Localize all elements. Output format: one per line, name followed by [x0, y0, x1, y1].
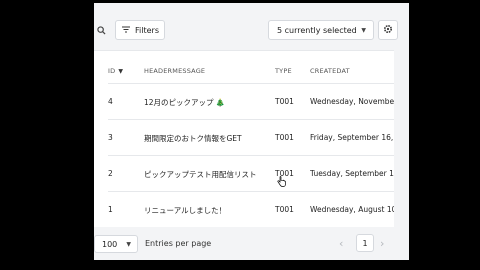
- header-divider: [108, 83, 394, 84]
- grid-toolbar: Filters 5 currently selected ▼: [94, 19, 409, 41]
- column-header-type[interactable]: TYPE: [275, 67, 292, 75]
- table-cell-message: ピックアップテスト用配信リスト: [144, 170, 257, 179]
- row-divider: [108, 155, 394, 156]
- filter-lines-icon: [122, 26, 130, 35]
- row-divider: [108, 191, 394, 192]
- chevron-left-icon[interactable]: ‹: [339, 237, 343, 250]
- caret-down-icon: ▼: [126, 241, 131, 248]
- column-header-createdat[interactable]: CREATEDAT: [310, 67, 350, 75]
- filters-button[interactable]: Filters: [115, 20, 165, 40]
- table-cell-message: 12月のピックアップ 🎄: [144, 98, 226, 107]
- table-cell-type: T001: [275, 97, 294, 106]
- page-size-select[interactable]: 100 ▼: [94, 235, 138, 253]
- selected-count-label: 5 currently selected: [277, 25, 357, 35]
- table-cell-id: 4: [108, 97, 113, 106]
- table-cell-created: Wednesday, August 10,: [310, 205, 394, 214]
- chevron-right-icon[interactable]: ›: [380, 237, 384, 250]
- pagination-current-page[interactable]: 1: [356, 234, 374, 252]
- page-size-value: 100: [102, 239, 118, 249]
- column-header-headermessage[interactable]: HEADERMESSAGE: [144, 67, 205, 75]
- data-grid-panel: Filters 5 currently selected ▼ ID ▼ HEADE…: [94, 3, 409, 260]
- table-footer: 100 ▼ Entries per page ‹ 1 ›: [94, 233, 409, 255]
- row-divider: [108, 119, 394, 120]
- entries-per-page-label: Entries per page: [145, 239, 212, 248]
- column-header-id[interactable]: ID ▼: [108, 67, 123, 75]
- data-table: ID ▼ HEADERMESSAGE TYPE CREATEDAT 4 12月のピ…: [94, 50, 394, 227]
- gear-icon: [383, 24, 393, 36]
- table-cell-id: 3: [108, 133, 113, 142]
- table-cell-type: T001: [275, 133, 294, 142]
- sort-desc-icon[interactable]: ▼: [118, 68, 123, 75]
- hand-pointer-cursor-icon: [277, 172, 286, 191]
- table-cell-type: T001: [275, 205, 294, 214]
- filters-label: Filters: [135, 25, 159, 35]
- search-icon[interactable]: [94, 22, 108, 38]
- table-cell-created: Wednesday, November 1: [310, 97, 394, 106]
- column-select-dropdown[interactable]: 5 currently selected ▼: [268, 20, 374, 40]
- table-cell-message: 期間限定のおトク情報をGET: [144, 134, 242, 143]
- caret-down-icon: ▼: [361, 27, 366, 34]
- settings-button[interactable]: [378, 20, 398, 40]
- table-cell-message: リニューアルしました！: [144, 206, 227, 215]
- table-cell-id: 2: [108, 169, 113, 178]
- table-cell-created: Tuesday, September 13,: [310, 169, 394, 178]
- table-cell-created: Friday, September 16, 20: [310, 133, 394, 142]
- table-cell-id: 1: [108, 205, 113, 214]
